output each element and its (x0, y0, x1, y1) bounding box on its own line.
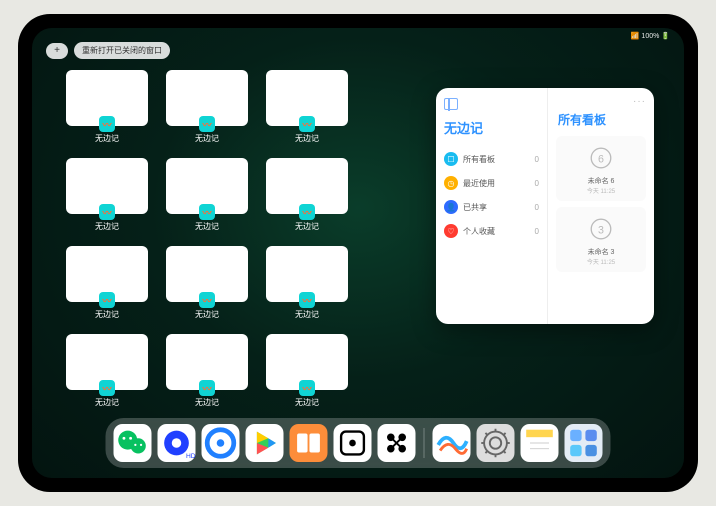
sidebar-toggle-icon[interactable] (444, 98, 458, 110)
window-tile[interactable]: 无边记 (266, 246, 348, 320)
window-tile[interactable]: 无边记 (166, 246, 248, 320)
sidebar-item-icon: ♡ (444, 224, 458, 238)
window-tile[interactable]: 无边记 (66, 70, 148, 144)
tile-label: 无边记 (295, 133, 319, 144)
tile-label: 无边记 (195, 133, 219, 144)
dock-recent-notes[interactable] (521, 424, 559, 462)
board-card[interactable]: 6 未命名 6今天 11:25 (556, 136, 646, 201)
window-tile[interactable]: 无边记 (266, 158, 348, 232)
board-sketch: 6 (583, 142, 619, 174)
sidebar-item[interactable]: ☐ 所有看板 0 (444, 147, 539, 171)
window-tile[interactable]: 无边记 (66, 334, 148, 408)
window-tile[interactable]: 无边记 (166, 158, 248, 232)
new-window-button[interactable]: + (46, 43, 68, 59)
dock-separator (424, 428, 425, 458)
reopen-closed-window-button[interactable]: 重新打开已关闭的窗口 (74, 42, 170, 59)
freeform-app-icon (99, 116, 115, 132)
sidebar-item-label: 最近使用 (463, 178, 495, 189)
sidebar-item-count: 0 (535, 203, 539, 212)
freeform-panel: 无边记 ☐ 所有看板 0 ◷ 最近使用 0 👤 已共享 0 ♡ 个人收藏 0 ··· 所有看板 6 未命… (436, 88, 654, 324)
tile-label: 无边记 (195, 221, 219, 232)
sidebar-item[interactable]: ♡ 个人收藏 0 (444, 219, 539, 243)
sidebar-item-icon: 👤 (444, 200, 458, 214)
freeform-app-icon (299, 292, 315, 308)
tile-label: 无边记 (195, 309, 219, 320)
app-switcher-grid: 无边记无边记无边记无边记无边记无边记无边记无边记无边记无边记无边记无边记 (66, 70, 446, 408)
freeform-app-icon (199, 116, 215, 132)
freeform-app-icon (299, 204, 315, 220)
ipad-frame: 📶 100% 🔋 + 重新打开已关闭的窗口 无边记无边记无边记无边记无边记无边记… (18, 14, 698, 492)
freeform-app-icon (299, 116, 315, 132)
sidebar-item-icon: ◷ (444, 176, 458, 190)
board-card[interactable]: 3 未命名 3今天 11:25 (556, 207, 646, 272)
dock: HD (106, 418, 611, 468)
sidebar-item-label: 所有看板 (463, 154, 495, 165)
svg-text:HD: HD (186, 453, 196, 460)
freeform-boards: ··· 所有看板 6未命名 6今天 11:253未命名 3今天 11:25 (548, 88, 654, 324)
sidebar-item[interactable]: ◷ 最近使用 0 (444, 171, 539, 195)
status-bar: 📶 100% 🔋 (631, 32, 670, 40)
more-icon[interactable]: ··· (556, 96, 646, 107)
dock-app-dice[interactable] (334, 424, 372, 462)
dock-recent-settings[interactable] (477, 424, 515, 462)
dock-recent-freeform[interactable] (433, 424, 471, 462)
tile-label: 无边记 (95, 221, 119, 232)
sidebar-item[interactable]: 👤 已共享 0 (444, 195, 539, 219)
board-name: 未命名 3 (562, 247, 640, 257)
tile-label: 无边记 (95, 133, 119, 144)
sidebar-item-icon: ☐ (444, 152, 458, 166)
tile-label: 无边记 (95, 397, 119, 408)
sidebar-title: 无边记 (444, 118, 539, 137)
window-tile[interactable]: 无边记 (66, 158, 148, 232)
dock-app-dots[interactable] (378, 424, 416, 462)
top-controls: + 重新打开已关闭的窗口 (46, 42, 170, 59)
window-tile[interactable]: 无边记 (166, 70, 248, 144)
freeform-app-icon (199, 380, 215, 396)
dock-app-quark[interactable] (202, 424, 240, 462)
sidebar-item-count: 0 (535, 155, 539, 164)
svg-text:3: 3 (598, 224, 604, 236)
board-sketch: 3 (583, 213, 619, 245)
dock-app-quark-hd[interactable]: HD (158, 424, 196, 462)
board-date: 今天 11:25 (562, 186, 640, 195)
sidebar-item-label: 已共享 (463, 202, 487, 213)
board-date: 今天 11:25 (562, 257, 640, 266)
freeform-app-icon (99, 204, 115, 220)
freeform-app-icon (199, 292, 215, 308)
freeform-app-icon (99, 292, 115, 308)
dock-app-play[interactable] (246, 424, 284, 462)
board-name: 未命名 6 (562, 176, 640, 186)
boards-title: 所有看板 (556, 111, 646, 128)
sidebar-item-count: 0 (535, 179, 539, 188)
tile-label: 无边记 (295, 309, 319, 320)
freeform-app-icon (299, 380, 315, 396)
dock-app-books[interactable] (290, 424, 328, 462)
window-tile[interactable]: 无边记 (66, 246, 148, 320)
screen: 📶 100% 🔋 + 重新打开已关闭的窗口 无边记无边记无边记无边记无边记无边记… (32, 28, 684, 478)
freeform-sidebar: 无边记 ☐ 所有看板 0 ◷ 最近使用 0 👤 已共享 0 ♡ 个人收藏 0 (436, 88, 548, 324)
sidebar-item-count: 0 (535, 227, 539, 236)
freeform-app-icon (199, 204, 215, 220)
window-tile[interactable]: 无边记 (266, 70, 348, 144)
tile-label: 无边记 (295, 221, 319, 232)
window-tile[interactable]: 无边记 (266, 334, 348, 408)
dock-recent-folder[interactable] (565, 424, 603, 462)
freeform-app-icon (99, 380, 115, 396)
tile-label: 无边记 (195, 397, 219, 408)
tile-label: 无边记 (295, 397, 319, 408)
sidebar-item-label: 个人收藏 (463, 226, 495, 237)
tile-label: 无边记 (95, 309, 119, 320)
dock-app-wechat[interactable] (114, 424, 152, 462)
window-tile[interactable]: 无边记 (166, 334, 248, 408)
svg-text:6: 6 (598, 153, 604, 165)
